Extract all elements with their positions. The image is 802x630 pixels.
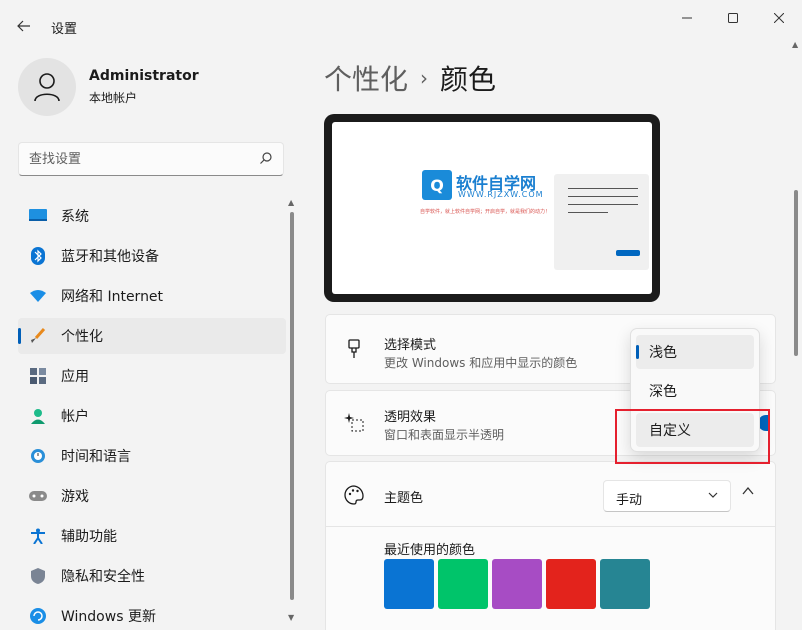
page-title: 颜色	[440, 63, 497, 96]
user-name: Administrator	[89, 68, 199, 84]
active-indicator	[18, 328, 21, 344]
maximize-icon	[728, 13, 738, 23]
accent-color-title: 主题色	[384, 491, 424, 506]
search-box[interactable]	[18, 142, 284, 176]
transparency-title: 透明效果	[384, 410, 437, 425]
sidebar-item-system[interactable]: 系统	[18, 198, 286, 234]
preview-button	[616, 250, 640, 256]
transparency-subtitle: 窗口和表面显示半透明	[384, 428, 505, 442]
accessibility-icon	[29, 527, 47, 545]
windows-update-icon	[29, 607, 47, 625]
mode-option-light[interactable]: 浅色	[636, 335, 754, 369]
sidebar-item-accounts[interactable]: 帐户	[18, 398, 286, 434]
logo-url: WWW.RJZXW.COM	[458, 190, 544, 199]
accent-color-select[interactable]: 手动	[603, 480, 731, 512]
preview-window	[554, 174, 649, 270]
avatar	[18, 58, 76, 116]
gaming-icon	[29, 487, 47, 505]
privacy-shield-icon	[29, 567, 47, 585]
back-button[interactable]	[10, 12, 38, 40]
main-scroll-up-arrow-icon[interactable]: ▲	[792, 40, 798, 49]
breadcrumb-separator: ›	[420, 66, 429, 90]
title-bar: 设置	[0, 0, 802, 40]
search-input[interactable]	[19, 143, 239, 175]
account-icon	[29, 407, 47, 425]
sidebar-scrollbar[interactable]: ▲ ▼	[287, 198, 297, 622]
close-button[interactable]	[756, 6, 802, 30]
mode-option-dark[interactable]: 深色	[636, 374, 754, 408]
personalization-brush-icon	[29, 327, 47, 345]
breadcrumb: 个性化 › 颜色	[324, 58, 496, 98]
sidebar-nav: 系统 蓝牙和其他设备 网络和 Internet 个性化 应用 帐户 时间和语言 …	[18, 198, 286, 630]
palette-icon	[344, 485, 364, 505]
paint-brush-icon	[344, 339, 364, 359]
time-language-icon	[29, 447, 47, 465]
selected-indicator	[636, 345, 639, 359]
sidebar-item-privacy[interactable]: 隐私和安全性	[18, 558, 286, 594]
apps-icon	[29, 367, 47, 385]
sidebar-item-gaming[interactable]: 游戏	[18, 478, 286, 514]
main-scroll-thumb[interactable]	[794, 190, 798, 356]
breadcrumb-parent[interactable]: 个性化	[324, 58, 408, 98]
preview-desktop: Q 软件自学网 WWW.RJZXW.COM 自学软件，就上软件自学网；开启自学，…	[332, 122, 652, 294]
logo-slogan: 自学软件，就上软件自学网；开启自学，就是我们的动力！	[420, 209, 551, 215]
sidebar-item-windows-update[interactable]: Windows 更新	[18, 598, 286, 630]
chevron-up-icon[interactable]	[742, 486, 754, 496]
accent-color-card[interactable]: 主题色 手动	[325, 461, 776, 527]
close-icon	[774, 13, 784, 23]
recent-color-swatches	[384, 559, 654, 609]
back-arrow-icon	[17, 20, 30, 32]
account-type: 本地帐户	[89, 91, 138, 105]
network-icon	[29, 287, 47, 305]
color-swatch-red[interactable]	[546, 559, 596, 609]
choose-mode-title: 选择模式	[384, 338, 437, 353]
chevron-down-icon	[708, 492, 718, 498]
scroll-down-arrow-icon[interactable]: ▼	[288, 613, 294, 622]
bluetooth-icon	[29, 247, 47, 265]
choose-mode-subtitle: 更改 Windows 和应用中显示的颜色	[384, 356, 578, 370]
color-swatch-blue[interactable]	[384, 559, 434, 609]
search-icon[interactable]	[259, 151, 273, 165]
sidebar-item-personalization[interactable]: 个性化	[18, 318, 286, 354]
site-logo-icon: Q	[422, 170, 452, 200]
system-icon	[29, 207, 47, 225]
color-swatch-teal[interactable]	[600, 559, 650, 609]
user-profile[interactable]: Administrator 本地帐户	[18, 58, 199, 116]
annotation-highlight-box	[615, 409, 770, 464]
color-swatch-purple[interactable]	[492, 559, 542, 609]
sidebar-item-bluetooth[interactable]: 蓝牙和其他设备	[18, 238, 286, 274]
user-icon	[34, 73, 60, 102]
sidebar-item-network[interactable]: 网络和 Internet	[18, 278, 286, 314]
sidebar-item-time-language[interactable]: 时间和语言	[18, 438, 286, 474]
sidebar-item-accessibility[interactable]: 辅助功能	[18, 518, 286, 554]
sidebar-scroll-thumb[interactable]	[290, 212, 294, 600]
theme-preview: Q 软件自学网 WWW.RJZXW.COM 自学软件，就上软件自学网；开启自学，…	[324, 114, 660, 302]
color-swatch-green[interactable]	[438, 559, 488, 609]
scroll-up-arrow-icon[interactable]: ▲	[288, 198, 294, 207]
maximize-button[interactable]	[710, 6, 756, 30]
transparency-sparkle-icon	[344, 412, 364, 432]
recent-colors-label: 最近使用的颜色	[384, 543, 476, 558]
minimize-button[interactable]	[664, 6, 710, 30]
main-scrollbar[interactable]: ▲	[791, 40, 801, 630]
minimize-icon	[682, 17, 692, 19]
sidebar-item-apps[interactable]: 应用	[18, 358, 286, 394]
app-title: 设置	[51, 22, 78, 37]
accent-select-value: 手动	[616, 493, 643, 508]
recent-colors-panel: 最近使用的颜色	[325, 527, 776, 630]
